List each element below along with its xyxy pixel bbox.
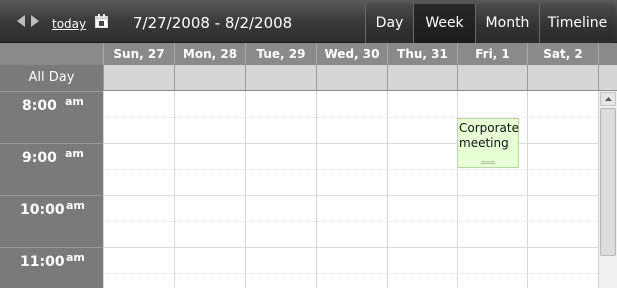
hour-line bbox=[103, 143, 598, 144]
day-column-divider bbox=[527, 91, 528, 288]
view-week-button[interactable]: Week bbox=[413, 4, 475, 43]
time-ampm: am bbox=[66, 199, 85, 212]
day-header-tue[interactable]: Tue, 29 bbox=[245, 43, 316, 65]
time-ampm: am bbox=[65, 147, 84, 160]
all-day-cell[interactable] bbox=[457, 65, 527, 90]
vertical-scrollbar[interactable] bbox=[598, 91, 617, 288]
time-slot-label: 11:00 am bbox=[0, 247, 103, 288]
day-header-sun[interactable]: Sun, 27 bbox=[103, 43, 174, 65]
all-day-cell[interactable] bbox=[174, 65, 245, 90]
today-link[interactable]: today bbox=[52, 17, 86, 31]
half-hour-line bbox=[103, 117, 598, 118]
header-corner bbox=[0, 43, 103, 65]
time-column: 8:00 am 9:00 am 10:00 am 11:00 am bbox=[0, 91, 103, 288]
time-slot-label: 9:00 am bbox=[0, 143, 103, 195]
time-slot-label: 10:00 am bbox=[0, 195, 103, 247]
day-header-row: Sun, 27 Mon, 28 Tue, 29 Wed, 30 Thu, 31 … bbox=[0, 43, 617, 65]
time-grid-area: 8:00 am 9:00 am 10:00 am 11:00 am Corpor… bbox=[0, 91, 617, 288]
all-day-scroll-spacer bbox=[598, 65, 617, 90]
scroll-up-arrow-icon[interactable] bbox=[600, 92, 616, 106]
day-header-sat[interactable]: Sat, 2 bbox=[527, 43, 598, 65]
day-column-divider bbox=[174, 91, 175, 288]
half-hour-line bbox=[103, 273, 598, 274]
view-day-button[interactable]: Day bbox=[365, 4, 413, 43]
day-column-divider bbox=[245, 91, 246, 288]
time-hour: 8:00 bbox=[22, 98, 57, 114]
header-scroll-spacer bbox=[598, 43, 617, 65]
time-ampm: am bbox=[65, 95, 84, 108]
all-day-cell[interactable] bbox=[527, 65, 598, 90]
all-day-cell[interactable] bbox=[316, 65, 387, 90]
day-column-divider bbox=[387, 91, 388, 288]
week-grid[interactable] bbox=[103, 91, 598, 288]
half-hour-line bbox=[103, 169, 598, 170]
time-slot-label: 8:00 am bbox=[0, 91, 103, 143]
view-month-button[interactable]: Month bbox=[475, 4, 539, 43]
time-hour: 10:00 bbox=[20, 202, 65, 218]
prev-next-arrows-icon[interactable] bbox=[17, 15, 39, 27]
event-title: Corporate meeting bbox=[459, 121, 519, 150]
calendar-icon[interactable] bbox=[95, 14, 108, 28]
day-header-wed[interactable]: Wed, 30 bbox=[316, 43, 387, 65]
event-corporate-meeting[interactable]: Corporate meeting bbox=[457, 118, 519, 168]
day-header-thu[interactable]: Thu, 31 bbox=[387, 43, 457, 65]
half-hour-line bbox=[103, 221, 598, 222]
day-column-divider bbox=[316, 91, 317, 288]
day-column-divider bbox=[103, 91, 104, 288]
all-day-cell[interactable] bbox=[387, 65, 457, 90]
view-timeline-button[interactable]: Timeline bbox=[539, 4, 615, 43]
day-header-fri[interactable]: Fri, 1 bbox=[457, 43, 527, 65]
date-range-label: 7/27/2008 - 8/2/2008 bbox=[133, 14, 293, 32]
time-hour: 11:00 bbox=[20, 254, 65, 270]
event-resize-handle[interactable] bbox=[481, 161, 495, 164]
time-ampm: am bbox=[66, 251, 85, 264]
time-hour: 9:00 bbox=[22, 150, 57, 166]
all-day-row: All Day bbox=[0, 65, 617, 91]
scrollbar-thumb[interactable] bbox=[600, 108, 616, 256]
all-day-cell[interactable] bbox=[103, 65, 174, 90]
scheduler-toolbar: today 7/27/2008 - 8/2/2008 Day Week Mont… bbox=[0, 0, 617, 43]
hour-line bbox=[103, 195, 598, 196]
day-header-mon[interactable]: Mon, 28 bbox=[174, 43, 245, 65]
all-day-label: All Day bbox=[0, 65, 103, 91]
hour-line bbox=[103, 247, 598, 248]
all-day-cell[interactable] bbox=[245, 65, 316, 90]
